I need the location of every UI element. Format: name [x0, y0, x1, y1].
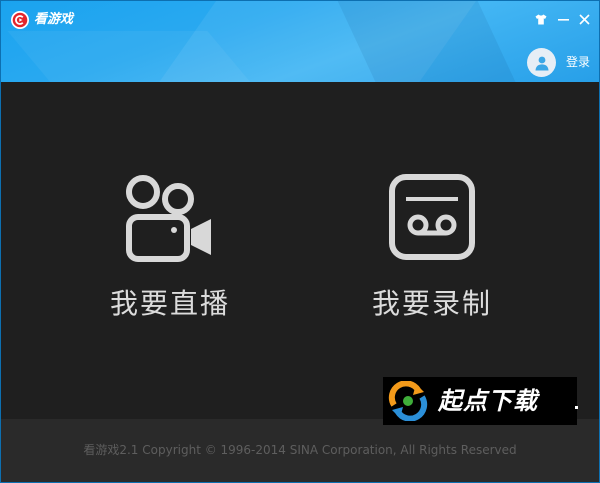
- app-logo-icon: [11, 11, 29, 29]
- login-link[interactable]: 登录: [566, 54, 590, 70]
- cassette-tape-icon: [389, 174, 475, 260]
- watermark-logo-icon: [388, 381, 428, 421]
- record-label: 我要录制: [371, 287, 492, 320]
- minimize-button[interactable]: [554, 10, 572, 28]
- video-camera-icon: [126, 175, 211, 262]
- watermark-text: 起点下载: [438, 387, 538, 415]
- main-panel: 我要直播 我要录制: [1, 82, 599, 419]
- live-stream-button[interactable]: 我要直播: [60, 82, 280, 419]
- record-button[interactable]: 我要录制: [322, 82, 542, 419]
- skin-button[interactable]: [532, 10, 550, 28]
- app-title: 看游戏: [34, 12, 74, 27]
- avatar-button[interactable]: [527, 48, 556, 77]
- title-bar[interactable]: 看游戏 登录: [1, 1, 599, 82]
- user-icon: [535, 56, 548, 70]
- copyright-text: 看游戏2.1 Copyright © 1996-2014 SINA Corpor…: [83, 443, 517, 457]
- minimize-icon: [557, 18, 569, 21]
- close-icon: [578, 13, 590, 25]
- close-button[interactable]: [575, 10, 593, 28]
- footer: 看游戏2.1 Copyright © 1996-2014 SINA Corpor…: [1, 419, 599, 482]
- watermark: 起点下载: [383, 377, 577, 425]
- tshirt-icon: [535, 14, 547, 24]
- live-stream-label: 我要直播: [109, 287, 230, 320]
- watermark-dot: [575, 406, 578, 409]
